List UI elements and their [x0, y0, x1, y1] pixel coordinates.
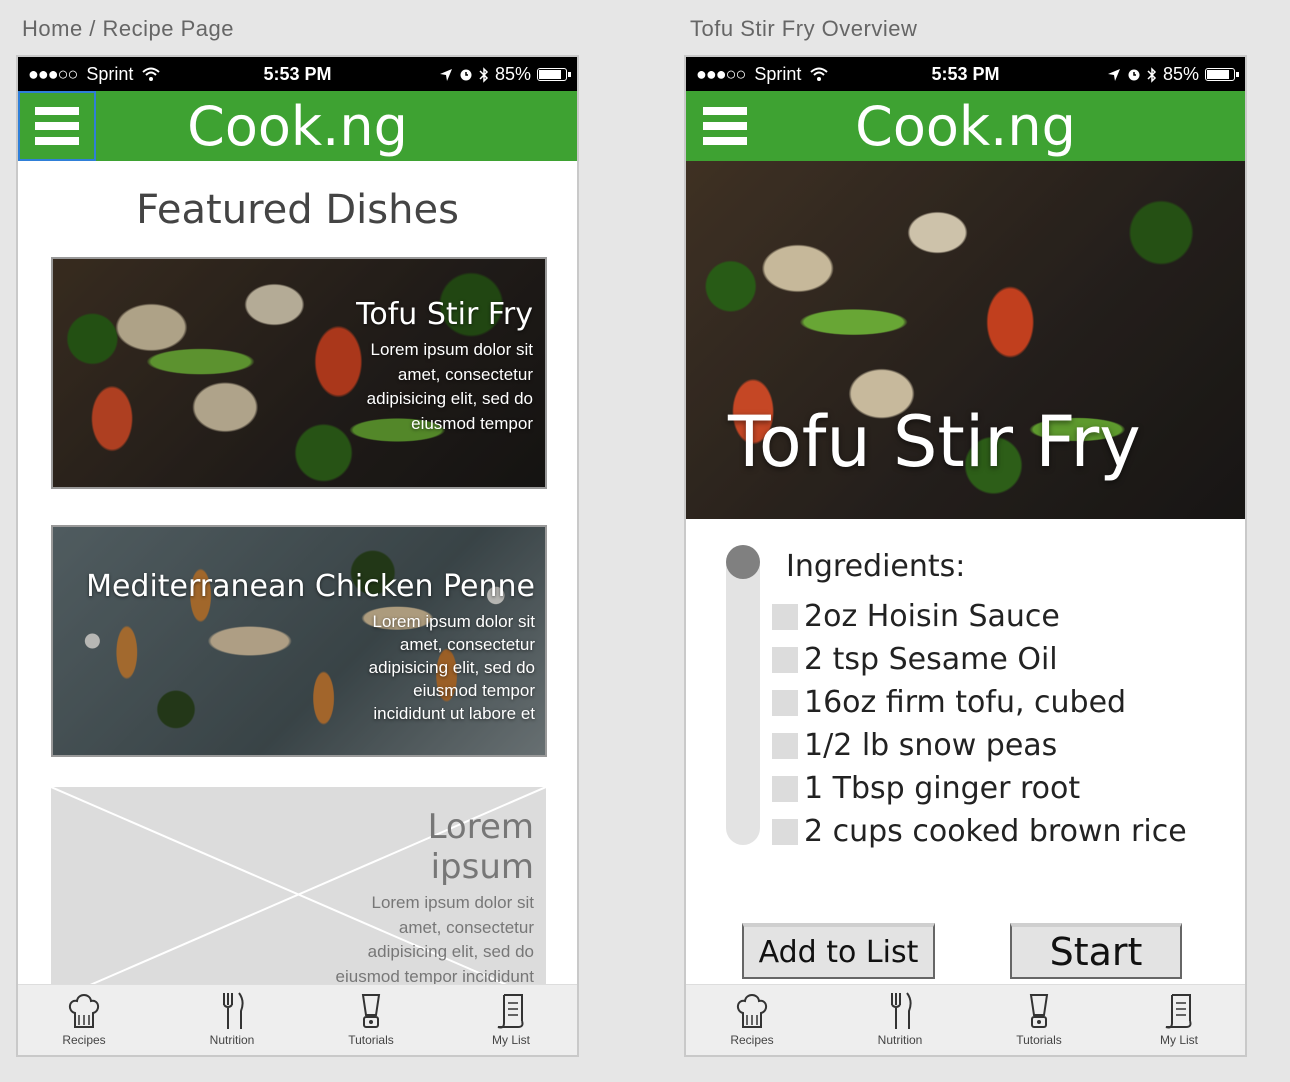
ingredient-label: 2 tsp Sesame Oil [804, 642, 1058, 677]
phone-recipe-page: ●●●○○ Sprint 5:53 PM 85% Cook.ng Feature… [16, 55, 579, 1057]
tab-label: Nutrition [209, 1033, 255, 1047]
fork-knife-icon [891, 992, 912, 1029]
alarm-icon [1128, 69, 1140, 80]
app-header: Cook.ng [686, 91, 1245, 161]
ingredient-label: 2oz Hoisin Sauce [804, 599, 1060, 634]
status-right: 85% [439, 64, 571, 85]
ingredient-checkbox[interactable] [772, 646, 798, 673]
ingredient-label: 1/2 lb snow peas [804, 728, 1058, 763]
dish-card-chicken-penne[interactable]: Mediterranean Chicken Penne Lorem ipsum … [51, 525, 547, 757]
ingredient-item: 2 cups cooked brown rice [772, 810, 1187, 853]
page-title: Featured Dishes [136, 187, 459, 233]
blender-icon [1029, 994, 1049, 1028]
tab-label: Tutorials [1016, 1033, 1062, 1047]
tab-bar: Recipes Nutrition Tutorials My List [18, 984, 577, 1055]
dish-title: Lorem ipsum [427, 807, 534, 887]
tab-recipes[interactable]: Recipes [34, 991, 134, 1047]
dish-title: Tofu Stir Fry [356, 297, 533, 332]
tab-label: My List [491, 1033, 530, 1047]
tab-label: My List [1159, 1033, 1198, 1047]
tab-label: Nutrition [877, 1033, 923, 1047]
add-to-list-button[interactable]: Add to List [742, 923, 935, 979]
tab-my-list[interactable]: My List [461, 991, 561, 1047]
ingredient-item: 16oz firm tofu, cubed [772, 681, 1187, 724]
tab-bar: Recipes Nutrition Tutorials My List [686, 984, 1245, 1055]
battery-icon [537, 68, 571, 81]
bluetooth-icon [479, 66, 489, 83]
battery-percent: 85% [1162, 64, 1199, 84]
battery-icon [1205, 68, 1239, 81]
ingredient-item: 2 tsp Sesame Oil [772, 638, 1187, 681]
tab-label: Recipes [730, 1033, 774, 1047]
dish-description: Lorem ipsum dolor sit amet, consectetur … [366, 340, 533, 433]
ingredient-label: 2 cups cooked brown rice [804, 814, 1187, 849]
tab-recipes[interactable]: Recipes [702, 991, 802, 1047]
location-arrow-icon [439, 68, 452, 81]
tab-nutrition[interactable]: Nutrition [850, 991, 950, 1047]
tab-my-list[interactable]: My List [1129, 991, 1229, 1047]
tab-label: Tutorials [348, 1033, 394, 1047]
chef-hat-icon [69, 994, 99, 1028]
ingredient-checkbox[interactable] [772, 603, 798, 630]
app-logo[interactable]: Cook.ng [686, 95, 1245, 158]
app-logo[interactable]: Cook.ng [18, 95, 577, 158]
ingredients-list: 2oz Hoisin Sauce 2 tsp Sesame Oil 16oz f… [772, 595, 1187, 853]
start-button[interactable]: Start [1010, 923, 1182, 979]
ingredient-checkbox[interactable] [772, 775, 798, 802]
ingredient-label: 1 Tbsp ginger root [804, 771, 1081, 806]
status-right: 85% [1107, 64, 1239, 85]
ingredient-item: 1 Tbsp ginger root [772, 767, 1187, 810]
ingredient-item: 2oz Hoisin Sauce [772, 595, 1187, 638]
blender-icon [361, 994, 381, 1028]
ingredient-item: 1/2 lb snow peas [772, 724, 1187, 767]
app-header: Cook.ng [18, 91, 577, 161]
dish-card-tofu-stir-fry[interactable]: Tofu Stir Fry Lorem ipsum dolor sit amet… [51, 257, 547, 489]
ingredient-label: 16oz firm tofu, cubed [804, 685, 1127, 720]
recipe-title: Tofu Stir Fry [728, 401, 1141, 483]
chef-hat-icon [737, 994, 767, 1028]
artboard-title-recipe-page: Home / Recipe Page [22, 16, 234, 41]
scroll-list-icon [497, 994, 524, 1029]
phone-recipe-overview: ●●●○○ Sprint 5:53 PM 85% Cook.ng Tofu St… [684, 55, 1247, 1057]
ingredients-heading: Ingredients: [786, 549, 966, 584]
ingredients-scrollbar[interactable] [726, 545, 760, 845]
location-arrow-icon [1107, 68, 1120, 81]
battery-percent: 85% [494, 64, 531, 84]
alarm-icon [460, 69, 472, 80]
ingredient-checkbox[interactable] [772, 818, 798, 845]
scroll-thumb[interactable] [726, 545, 760, 579]
dish-description: Lorem ipsum dolor sit amet, consectetur … [368, 612, 535, 723]
tab-tutorials[interactable]: Tutorials [321, 991, 421, 1047]
dish-card-placeholder[interactable]: Lorem ipsum Lorem ipsum dolor sit amet, … [51, 787, 546, 1002]
fork-knife-icon [223, 992, 244, 1029]
scroll-list-icon [1165, 994, 1192, 1029]
tab-tutorials[interactable]: Tutorials [989, 991, 1089, 1047]
tab-label: Recipes [62, 1033, 106, 1047]
artboard-title-overview: Tofu Stir Fry Overview [690, 16, 918, 41]
ingredient-checkbox[interactable] [772, 732, 798, 759]
bluetooth-icon [1147, 66, 1157, 83]
status-bar: ●●●○○ Sprint 5:53 PM 85% [18, 57, 577, 91]
status-bar: ●●●○○ Sprint 5:53 PM 85% [686, 57, 1245, 91]
tab-nutrition[interactable]: Nutrition [182, 991, 282, 1047]
dish-title: Mediterranean Chicken Penne [86, 569, 535, 604]
ingredient-checkbox[interactable] [772, 689, 798, 716]
hero-image: Tofu Stir Fry [686, 161, 1245, 519]
